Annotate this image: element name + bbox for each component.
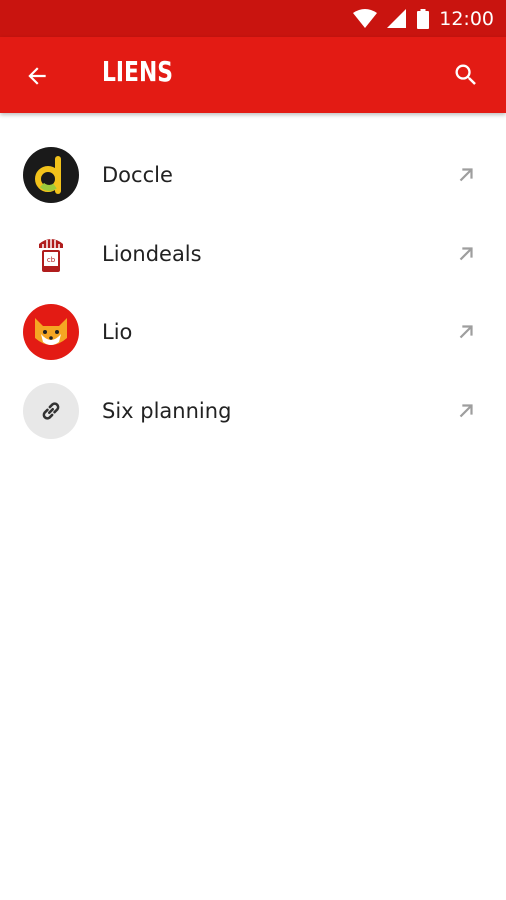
search-button[interactable] xyxy=(450,59,482,91)
status-bar: 12:00 xyxy=(0,0,506,37)
arrow-back-icon xyxy=(28,67,46,85)
liondeals-logo-icon: cb xyxy=(23,225,79,282)
open-external-icon xyxy=(454,163,478,187)
list-item-lio[interactable]: Lio xyxy=(0,293,506,372)
wifi-icon xyxy=(353,8,378,29)
app-bar: LIENS xyxy=(0,37,506,113)
open-external-icon xyxy=(454,399,478,423)
open-external-icon xyxy=(454,320,478,344)
status-time: 12:00 xyxy=(439,7,494,30)
list-item-liondeals[interactable]: cb Liondeals xyxy=(0,215,506,294)
list-item-label: Doccle xyxy=(102,163,173,188)
signal-icon xyxy=(387,8,407,29)
lio-fox-logo-icon xyxy=(23,304,79,361)
back-button[interactable] xyxy=(22,61,52,91)
list-item-label: Six planning xyxy=(102,398,232,423)
list-item-six-planning[interactable]: Six planning xyxy=(0,372,506,451)
svg-text:cb: cb xyxy=(47,256,56,264)
list-item-label: Liondeals xyxy=(102,241,202,266)
list-item-label: Lio xyxy=(102,320,133,345)
links-list: Doccle cb Liondeals Lio Six planning xyxy=(0,136,506,450)
doccle-logo-icon xyxy=(23,147,79,204)
list-item-doccle[interactable]: Doccle xyxy=(0,136,506,215)
battery-icon xyxy=(417,8,430,29)
search-icon xyxy=(455,64,476,85)
link-icon xyxy=(23,382,79,439)
page-title: LIENS xyxy=(102,55,173,88)
open-external-icon xyxy=(454,242,478,266)
